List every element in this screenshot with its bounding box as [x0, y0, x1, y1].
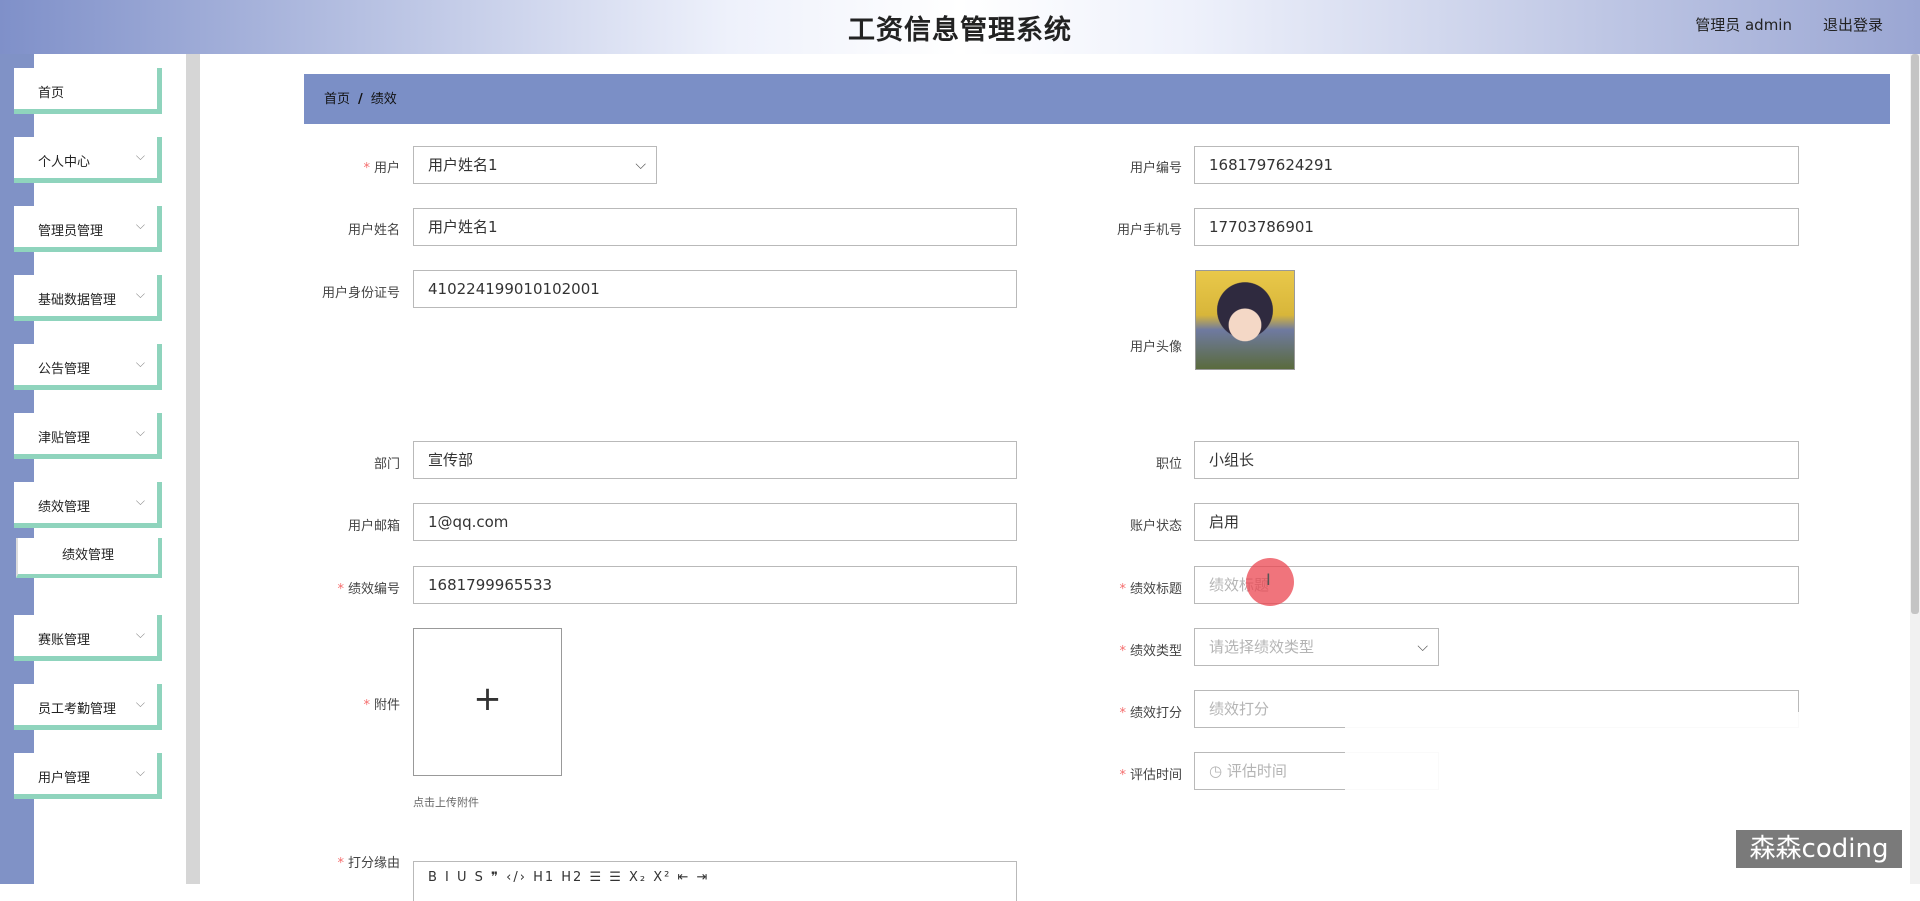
- chevron-down-icon: ⌵: [135, 218, 145, 232]
- sidebar-item-basic-data[interactable]: 基础数据管理 ⌵: [14, 275, 162, 321]
- sidebar-item-label: 员工考勤管理: [38, 702, 117, 717]
- perf-type-label: * 绩效类型: [1119, 644, 1182, 659]
- reason-label: * 打分缘由: [337, 856, 400, 871]
- dept-input[interactable]: 宣传部: [413, 441, 1017, 479]
- chevron-down-icon: ⌵: [135, 287, 145, 301]
- top-header: 工资信息管理系统 管理员 admin 退出登录: [0, 0, 1920, 54]
- page-scrollbar[interactable]: [1910, 54, 1920, 884]
- reason-editor-toolbar[interactable]: B I U S ❞ ‹/› H1 H2 ☰ ☰ X₂ X² ⇤ ⇥: [413, 861, 1017, 901]
- perf-title-label: * 绩效标题: [1119, 582, 1182, 597]
- sidebar-item-users[interactable]: 用户管理 ⌵: [14, 753, 162, 799]
- avatar: [1195, 270, 1295, 370]
- sidebar-item-attendance[interactable]: 员工考勤管理 ⌵: [14, 684, 162, 730]
- user-no-label: 用户编号: [1129, 161, 1182, 176]
- admin-user-label: 管理员 admin: [1695, 16, 1792, 34]
- sidebar: 首页 个人中心 ⌵ 管理员管理 ⌵ 基础数据管理 ⌵ 公告管理 ⌵ 津贴管理 ⌵…: [0, 54, 200, 884]
- eval-time-label: * 评估时间: [1119, 768, 1182, 783]
- phone-input[interactable]: 17703786901: [1194, 208, 1799, 246]
- chevron-down-icon: ⌵: [1417, 639, 1428, 655]
- perf-no-label: * 绩效编号: [337, 582, 400, 597]
- sidebar-item-label: 基础数据管理: [38, 293, 117, 308]
- chevron-down-icon: ⌵: [635, 157, 646, 173]
- sidebar-item-label: 用户管理: [38, 771, 91, 786]
- chevron-down-icon: ⌵: [135, 765, 145, 779]
- attach-label: * 附件: [363, 698, 400, 713]
- phone-label: 用户手机号: [1116, 223, 1182, 238]
- clock-icon: ◷: [1209, 762, 1227, 780]
- submenu-item-performance[interactable]: 绩效管理: [16, 538, 162, 578]
- attach-hint: 点击上传附件: [413, 796, 479, 809]
- sidebar-item-personal[interactable]: 个人中心 ⌵: [14, 137, 162, 183]
- sidebar-item-label: 绩效管理: [38, 500, 91, 515]
- sidebar-item-label: 个人中心: [38, 155, 91, 170]
- sidebar-item-label: 公告管理: [38, 362, 91, 377]
- attach-upload[interactable]: +: [413, 628, 562, 776]
- status-input[interactable]: 启用: [1194, 503, 1799, 541]
- user-no-input[interactable]: 1681797624291: [1194, 146, 1799, 184]
- chevron-down-icon: ⌵: [135, 696, 145, 710]
- sidebar-item-allowance[interactable]: 津贴管理 ⌵: [14, 413, 162, 459]
- chevron-down-icon: ⌵: [135, 627, 145, 641]
- idcard-input[interactable]: 410224199010102001: [413, 270, 1017, 308]
- breadcrumb-separator: /: [358, 92, 363, 107]
- name-label: 用户姓名: [347, 223, 400, 238]
- status-label: 账户状态: [1129, 519, 1182, 534]
- sidebar-item-home[interactable]: 首页: [14, 68, 162, 114]
- perf-type-select[interactable]: 请选择绩效类型 ⌵: [1194, 628, 1439, 666]
- perf-no-input[interactable]: 1681799965533: [413, 566, 1017, 604]
- email-input[interactable]: 1@qq.com: [413, 503, 1017, 541]
- logout-link[interactable]: 退出登录: [1823, 14, 1883, 35]
- sidebar-item-label: 管理员管理: [38, 224, 104, 239]
- breadcrumb-current: 绩效: [370, 92, 397, 107]
- sidebar-item-label: 津贴管理: [38, 431, 91, 446]
- text-cursor-icon: I: [1266, 570, 1271, 589]
- user-select[interactable]: 用户姓名1 ⌵: [413, 146, 657, 184]
- position-label: 职位: [1155, 457, 1182, 472]
- sidebar-item-performance[interactable]: 绩效管理 ⌵: [14, 482, 162, 528]
- sidebar-item-label: 首页: [38, 86, 65, 101]
- watermark: 森森coding: [1736, 830, 1902, 868]
- plus-icon: +: [473, 679, 502, 719]
- sidebar-item-ledger[interactable]: 赛账管理 ⌵: [14, 615, 162, 661]
- user-label: * 用户: [363, 161, 400, 176]
- chevron-down-icon: ⌵: [135, 494, 145, 508]
- sidebar-item-admin[interactable]: 管理员管理 ⌵: [14, 206, 162, 252]
- app-title: 工资信息管理系统: [848, 15, 1072, 46]
- chevron-down-icon: ⌵: [135, 149, 145, 163]
- breadcrumb-home[interactable]: 首页: [324, 92, 350, 107]
- scrollbar-thumb[interactable]: [1911, 54, 1919, 614]
- chevron-down-icon: ⌵: [135, 425, 145, 439]
- sidebar-rail: [186, 54, 200, 884]
- avatar-label: 用户头像: [1129, 340, 1182, 355]
- dept-label: 部门: [373, 457, 400, 472]
- sidebar-item-notice[interactable]: 公告管理 ⌵: [14, 344, 162, 390]
- idcard-label: 用户身份证号: [321, 286, 400, 301]
- breadcrumb: 首页 / 绩效: [304, 74, 1890, 124]
- perf-score-label: * 绩效打分: [1119, 706, 1182, 721]
- position-input[interactable]: 小组长: [1194, 441, 1799, 479]
- cursor-highlight: I: [1246, 558, 1294, 606]
- name-input[interactable]: 用户姓名1: [413, 208, 1017, 246]
- chevron-down-icon: ⌵: [135, 356, 145, 370]
- email-label: 用户邮箱: [347, 519, 400, 534]
- sidebar-item-label: 赛账管理: [38, 633, 91, 648]
